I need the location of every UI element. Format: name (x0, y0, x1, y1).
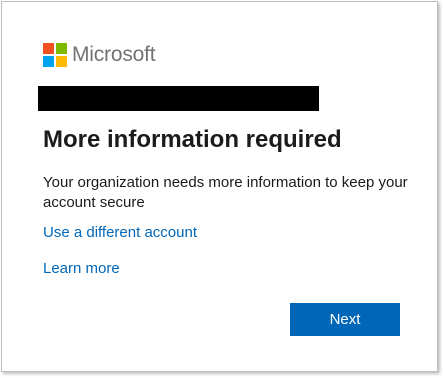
page-title: More information required (43, 126, 342, 153)
brand-name: Microsoft (72, 43, 156, 66)
microsoft-logo-icon (43, 43, 67, 67)
logo-square-yellow (56, 56, 67, 67)
description-text: Your organization needs more information… (43, 174, 408, 211)
learn-more-link[interactable]: Learn more (43, 260, 120, 277)
sign-in-card: Microsoft More information required Your… (1, 1, 438, 372)
logo-square-blue (43, 56, 54, 67)
logo-square-red (43, 43, 54, 54)
use-different-account-link[interactable]: Use a different account (43, 224, 197, 241)
microsoft-logo: Microsoft (43, 43, 156, 67)
logo-square-green (56, 43, 67, 54)
next-button[interactable]: Next (290, 303, 400, 336)
redacted-account-email (38, 86, 319, 111)
